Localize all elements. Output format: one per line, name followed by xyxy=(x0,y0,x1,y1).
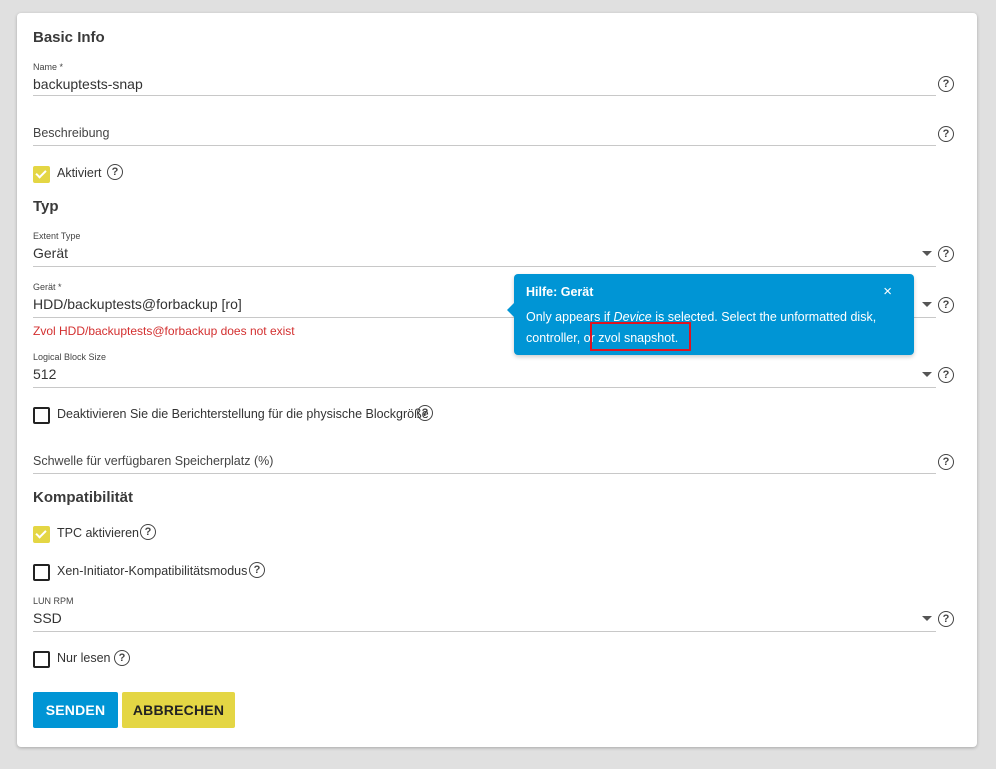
name-field-underline xyxy=(33,95,936,96)
name-field[interactable]: Name * backuptests-snap xyxy=(33,61,936,97)
block-size-value[interactable]: 512 xyxy=(33,366,56,382)
disable-blocksize-help-icon[interactable]: ? xyxy=(417,405,433,421)
device-caret-down-icon[interactable] xyxy=(922,302,932,307)
form-card: Basic Info Name * backuptests-snap ? Bes… xyxy=(17,13,977,747)
extent-type-select[interactable]: Extent Type Gerät xyxy=(33,230,936,267)
enabled-help-icon[interactable]: ? xyxy=(107,164,123,180)
help-tooltip: Hilfe: Gerät × Only appears if Device is… xyxy=(507,274,914,355)
disable-blocksize-label: Deaktivieren Sie die Berichterstellung f… xyxy=(57,407,429,421)
section-title-type: Typ xyxy=(33,198,59,215)
block-size-label: Logical Block Size xyxy=(33,352,107,362)
block-size-caret-down-icon[interactable] xyxy=(922,372,932,377)
tpc-checkbox[interactable] xyxy=(33,526,50,543)
readonly-checkbox-row[interactable]: Nur lesen xyxy=(33,650,123,668)
annotation-highlight-box xyxy=(590,322,691,351)
threshold-field[interactable]: Schwelle für verfügbaren Speicherplatz (… xyxy=(33,449,936,475)
close-icon[interactable]: × xyxy=(883,283,892,300)
lun-rpm-value[interactable]: SSD xyxy=(33,610,62,626)
name-field-label: Name * xyxy=(33,62,64,72)
description-underline xyxy=(33,145,936,146)
block-size-select[interactable]: Logical Block Size 512 xyxy=(33,351,936,388)
xen-label: Xen-Initiator-Kompatibilitätsmodus xyxy=(57,564,248,578)
readonly-help-icon[interactable]: ? xyxy=(114,650,130,666)
xen-checkbox[interactable] xyxy=(33,564,50,581)
name-help-icon[interactable]: ? xyxy=(938,76,954,92)
extent-type-caret-down-icon[interactable] xyxy=(922,251,932,256)
disable-blocksize-checkbox[interactable] xyxy=(33,407,50,424)
extent-type-help-icon[interactable]: ? xyxy=(938,246,954,262)
lun-rpm-select[interactable]: LUN RPM SSD xyxy=(33,595,936,632)
lun-rpm-underline xyxy=(33,631,936,632)
threshold-placeholder: Schwelle für verfügbaren Speicherplatz (… xyxy=(33,454,274,468)
description-help-icon[interactable]: ? xyxy=(938,126,954,142)
tooltip-title: Hilfe: Gerät xyxy=(526,285,594,299)
readonly-label: Nur lesen xyxy=(57,651,111,665)
section-title-basic-info: Basic Info xyxy=(33,29,105,46)
lun-rpm-help-icon[interactable]: ? xyxy=(938,611,954,627)
disable-blocksize-checkbox-row[interactable]: Deaktivieren Sie die Berichterstellung f… xyxy=(33,406,429,424)
enabled-checkbox[interactable] xyxy=(33,166,50,183)
cancel-button[interactable]: ABBRECHEN xyxy=(122,692,235,728)
submit-button[interactable]: SENDEN xyxy=(33,692,118,728)
lun-rpm-label: LUN RPM xyxy=(33,596,74,606)
device-error-message: Zvol HDD/backuptests@forbackup does not … xyxy=(33,324,295,338)
tooltip-body: Only appears if Device is selected. Sele… xyxy=(526,307,906,349)
enabled-label: Aktiviert xyxy=(57,166,102,180)
threshold-underline xyxy=(33,473,936,474)
block-size-help-icon[interactable]: ? xyxy=(938,367,954,383)
section-title-compatibility: Kompatibilität xyxy=(33,489,133,506)
device-help-icon[interactable]: ? xyxy=(938,297,954,313)
name-field-value[interactable]: backuptests-snap xyxy=(33,76,143,92)
device-label: Gerät * xyxy=(33,282,62,292)
extent-type-value[interactable]: Gerät xyxy=(33,245,68,261)
readonly-checkbox[interactable] xyxy=(33,651,50,668)
xen-help-icon[interactable]: ? xyxy=(249,562,265,578)
block-size-underline xyxy=(33,387,936,388)
lun-rpm-caret-down-icon[interactable] xyxy=(922,616,932,621)
description-field[interactable]: Beschreibung xyxy=(33,121,936,147)
device-value[interactable]: HDD/backuptests@forbackup [ro] xyxy=(33,296,242,312)
tpc-help-icon[interactable]: ? xyxy=(140,524,156,540)
description-placeholder: Beschreibung xyxy=(33,126,110,140)
tpc-label: TPC aktivieren xyxy=(57,526,139,540)
extent-type-label: Extent Type xyxy=(33,231,81,241)
xen-checkbox-row[interactable]: Xen-Initiator-Kompatibilitätsmodus xyxy=(33,563,263,581)
threshold-help-icon[interactable]: ? xyxy=(938,454,954,470)
extent-type-underline xyxy=(33,266,936,267)
